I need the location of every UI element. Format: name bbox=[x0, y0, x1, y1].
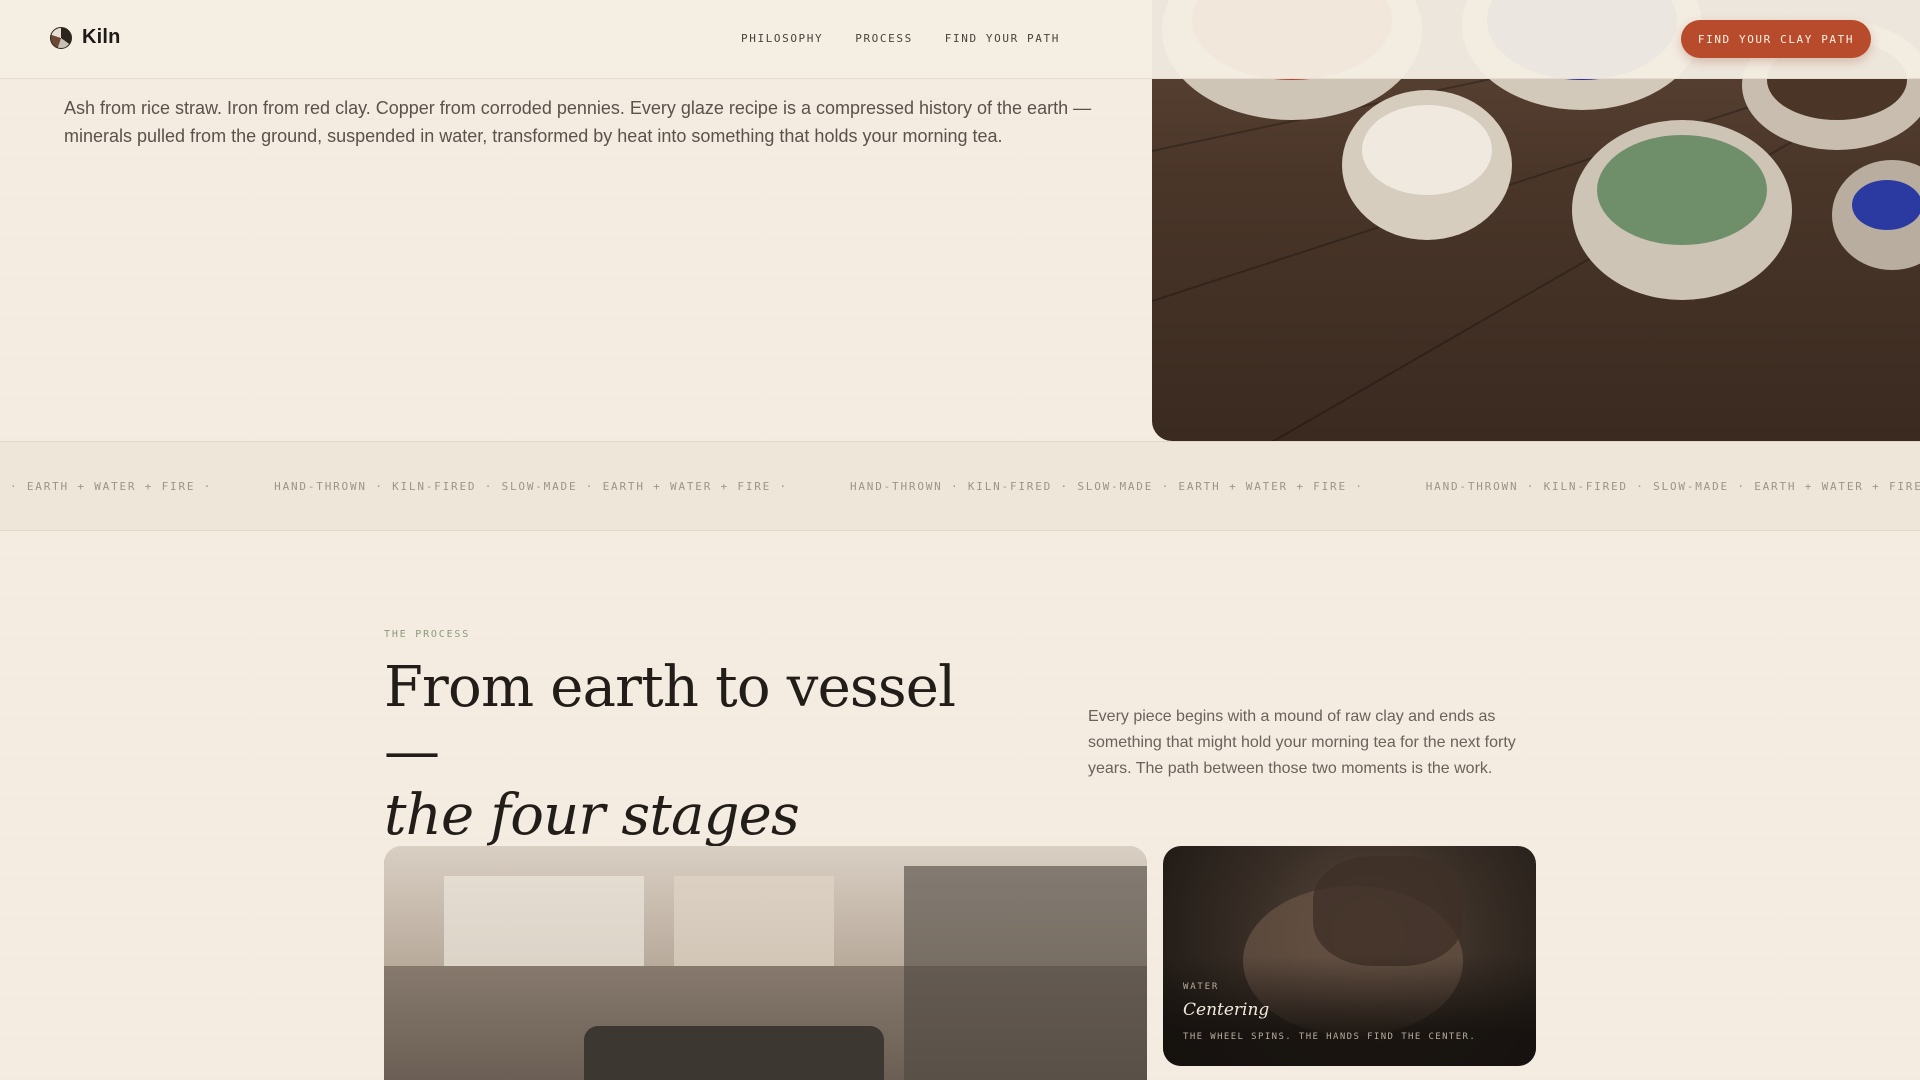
shelf-dark bbox=[904, 866, 1147, 1080]
window-pane bbox=[444, 876, 644, 966]
hero-intro-text: Ash from rice straw. Iron from red clay.… bbox=[64, 98, 1092, 146]
clay-block bbox=[584, 1026, 884, 1080]
nav-links: PHILOSOPHY PROCESS FIND YOUR PATH bbox=[741, 32, 1060, 45]
section-description: Every piece begins with a mound of raw c… bbox=[1088, 708, 1516, 777]
small-blue-pigment bbox=[1852, 180, 1920, 230]
green-pigment bbox=[1597, 135, 1767, 245]
ticker-item: HAND-THROWN · KILN-FIRED · SLOW-MADE · E… bbox=[849, 480, 1364, 493]
card-tag: WATER bbox=[1183, 982, 1220, 992]
marquee-ticker: · EARTH + WATER + FIRE · HAND-THROWN · K… bbox=[0, 441, 1920, 531]
section-heading: From earth to vessel — the four stages bbox=[384, 656, 1004, 848]
nav-link-philosophy[interactable]: PHILOSOPHY bbox=[741, 32, 823, 45]
top-nav: Kiln PHILOSOPHY PROCESS FIND YOUR PATH F… bbox=[0, 0, 1920, 79]
kiln-logo-icon bbox=[50, 26, 72, 49]
brand-name: Kiln bbox=[82, 26, 121, 48]
nav-link-find-your-path[interactable]: FIND YOUR PATH bbox=[945, 32, 1060, 45]
nav-link-process[interactable]: PROCESS bbox=[855, 32, 913, 45]
ticker-item: HAND-THROWN · KILN-FIRED · SLOW-MADE · E… bbox=[1425, 480, 1920, 493]
clay-hands bbox=[1313, 856, 1463, 966]
heading-line-2: the four stages bbox=[384, 783, 800, 848]
find-clay-path-button[interactable]: FIND YOUR CLAY PATH bbox=[1681, 20, 1871, 58]
process-card-main[interactable] bbox=[384, 846, 1147, 1080]
heading-line-1: From earth to vessel — bbox=[384, 655, 956, 784]
section-eyebrow: THE PROCESS bbox=[384, 629, 471, 640]
card-title: Centering bbox=[1183, 1000, 1270, 1020]
window-pane bbox=[674, 876, 834, 966]
ticker-row: · EARTH + WATER + FIRE · HAND-THROWN · K… bbox=[10, 480, 1920, 493]
white-pigment bbox=[1362, 105, 1492, 195]
ticker-item: · EARTH + WATER + FIRE · bbox=[10, 480, 213, 493]
process-card-centering[interactable]: WATER Centering THE WHEEL SPINS. THE HAN… bbox=[1163, 846, 1536, 1066]
ticker-item: HAND-THROWN · KILN-FIRED · SLOW-MADE · E… bbox=[274, 480, 788, 493]
brand[interactable]: Kiln bbox=[50, 26, 121, 49]
card-caption: THE WHEEL SPINS. THE HANDS FIND THE CENT… bbox=[1183, 1032, 1477, 1042]
